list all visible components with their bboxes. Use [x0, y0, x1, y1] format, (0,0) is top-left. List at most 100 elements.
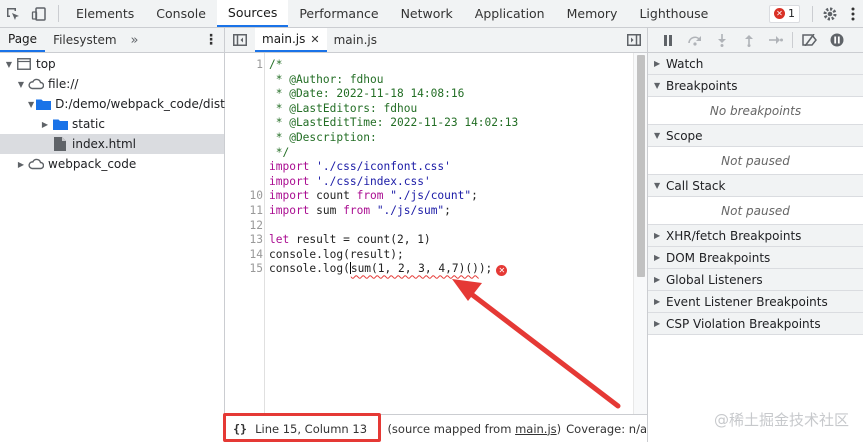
tab-network[interactable]: Network — [390, 0, 464, 27]
error-count-badge[interactable]: ✕ 1 — [769, 4, 800, 23]
pane-header-watch[interactable]: ▶ Watch — [648, 53, 863, 75]
line-number[interactable] — [225, 175, 263, 190]
tree-item[interactable]: ▶ webpack_code — [0, 154, 224, 174]
pane-header-dom-breakpoints[interactable]: ▶ DOM Breakpoints — [648, 247, 863, 269]
device-toolbar-icon[interactable] — [26, 0, 52, 27]
expanded-triangle-icon: ▼ — [654, 131, 661, 140]
expanded-triangle-icon[interactable]: ▼ — [28, 100, 34, 109]
line-number[interactable] — [225, 116, 263, 131]
code-line[interactable]: * @LastEditTime: 2022-11-23 14:02:13 — [225, 116, 647, 131]
deactivate-breakpoints-icon[interactable] — [796, 28, 823, 52]
vertical-scrollbar[interactable] — [633, 53, 647, 414]
line-number[interactable] — [225, 131, 263, 146]
tree-item[interactable]: ▼ file:// — [0, 74, 224, 94]
step-over-icon[interactable] — [681, 28, 708, 52]
code-token: * @Description: — [269, 130, 377, 144]
pane-header-event-listener-breakpoints[interactable]: ▶ Event Listener Breakpoints — [648, 291, 863, 313]
tab-page[interactable]: Page — [0, 28, 46, 52]
line-number[interactable]: 1 — [225, 58, 263, 73]
tree-item[interactable]: ▼ D:/demo/webpack_code/dist — [0, 94, 225, 114]
pane-header-global-listeners[interactable]: ▶ Global Listeners — [648, 269, 863, 291]
panel-tabs: Elements Console Sources Performance Network… — [65, 0, 719, 27]
inspect-element-icon[interactable] — [0, 0, 26, 27]
tab-filesystem[interactable]: Filesystem — [45, 28, 124, 52]
line-number[interactable] — [225, 102, 263, 117]
code-token: ; — [471, 189, 478, 203]
code-line[interactable]: 10 import count from "./js/count"; — [225, 189, 647, 204]
tree-item-label: webpack_code — [48, 157, 137, 171]
line-number[interactable] — [225, 160, 263, 175]
code-line[interactable]: * @Date: 2022-11-18 14:08:16 — [225, 87, 647, 102]
code-area[interactable]: 1 /* * @Author: fdhou * @Date: 2022-11-18… — [225, 53, 647, 414]
code-line[interactable]: 15 console.log(sum(1, 2, 3, 4,7)()); ✕ — [225, 262, 647, 277]
toggle-navigator-icon[interactable] — [225, 28, 255, 52]
tab-memory[interactable]: Memory — [556, 0, 629, 27]
code-token: * @LastEditTime: 2022-11-23 14:02:13 — [269, 116, 519, 130]
code-line[interactable]: */ — [225, 146, 647, 161]
step-into-icon[interactable] — [708, 28, 735, 52]
collapsed-triangle-icon[interactable]: ▶ — [40, 120, 50, 129]
pause-on-exceptions-icon[interactable] — [823, 28, 850, 52]
pane-header-xhr-fetch-breakpoints[interactable]: ▶ XHR/fetch Breakpoints — [648, 225, 863, 247]
pane-header-call-stack[interactable]: ▼ Call Stack — [648, 175, 863, 197]
file-icon — [52, 137, 68, 151]
code-token: result = count(2, 1) — [289, 233, 431, 247]
cloud-icon — [28, 157, 44, 171]
toggle-debugger-icon[interactable] — [627, 28, 641, 52]
navigator-tabs: Page Filesystem » ⋮ — [0, 28, 224, 53]
pane-header-breakpoints[interactable]: ▼ Breakpoints — [648, 75, 863, 97]
tree-item[interactable]: ▼ top — [0, 54, 224, 74]
expanded-triangle-icon[interactable]: ▼ — [16, 80, 26, 89]
settings-gear-icon[interactable] — [817, 6, 843, 22]
tab-console[interactable]: Console — [145, 0, 217, 27]
line-number[interactable]: 12 — [225, 219, 263, 234]
tree-item[interactable]: ▶ static — [0, 114, 224, 134]
pane-header-csp-violation-breakpoints[interactable]: ▶ CSP Violation Breakpoints — [648, 313, 863, 335]
code-line[interactable]: import './css/index.css' — [225, 175, 647, 190]
code-line[interactable]: * @Description: — [225, 131, 647, 146]
scrollbar-thumb[interactable] — [637, 55, 645, 277]
line-number[interactable] — [225, 146, 263, 161]
code-line[interactable]: 14 console.log(result); — [225, 248, 647, 263]
step-out-icon[interactable] — [735, 28, 762, 52]
line-number[interactable] — [225, 87, 263, 102]
code-token: * @Date: 2022-11-18 14:08:16 — [269, 87, 465, 101]
line-number[interactable]: 10 — [225, 189, 263, 204]
inline-error-icon[interactable]: ✕ — [496, 265, 508, 277]
step-icon[interactable] — [762, 28, 789, 52]
tab-elements[interactable]: Elements — [65, 0, 145, 27]
line-number[interactable]: 14 — [225, 248, 263, 263]
tab-lighthouse[interactable]: Lighthouse — [628, 0, 719, 27]
code-line[interactable]: * @LastEditors: fdhou — [225, 102, 647, 117]
customize-menu-icon[interactable] — [843, 7, 863, 21]
code-line[interactable]: 12 — [225, 219, 647, 234]
line-code: import './css/index.css' — [263, 175, 431, 190]
line-number[interactable]: 11 — [225, 204, 263, 219]
line-number[interactable]: 15 — [225, 262, 263, 277]
code-line[interactable]: 13 let result = count(2, 1) — [225, 233, 647, 248]
line-number[interactable]: 13 — [225, 233, 263, 248]
tree-item[interactable]: index.html — [0, 134, 224, 154]
code-line[interactable]: import './css/iconfont.css' — [225, 160, 647, 175]
code-line[interactable]: 11 import sum from "./js/sum"; — [225, 204, 647, 219]
file-tab[interactable]: main.js — [327, 28, 384, 52]
code-line[interactable]: * @Author: fdhou — [225, 73, 647, 88]
pause-icon[interactable] — [654, 28, 681, 52]
more-tabs-chevron-icon[interactable]: » — [125, 28, 145, 52]
tab-sources[interactable]: Sources — [216, 0, 289, 27]
source-mapped-link[interactable]: main.js — [515, 422, 557, 436]
collapsed-triangle-icon[interactable]: ▶ — [16, 160, 26, 169]
expanded-triangle-icon[interactable]: ▼ — [4, 60, 14, 69]
line-number[interactable] — [225, 73, 263, 88]
tree-item-label: index.html — [72, 137, 136, 151]
toolbar-divider — [812, 5, 813, 22]
close-tab-icon[interactable]: ✕ — [310, 33, 319, 46]
file-tab[interactable]: main.js ✕ — [255, 28, 327, 52]
file-tab-label: main.js — [333, 33, 377, 47]
code-line[interactable]: 1 /* — [225, 58, 647, 73]
tab-application[interactable]: Application — [464, 0, 556, 27]
navigator-menu-icon[interactable]: ⋮ — [204, 28, 218, 52]
tab-performance[interactable]: Performance — [288, 0, 389, 27]
line-code: import sum from "./js/sum"; — [263, 204, 451, 219]
pane-header-scope[interactable]: ▼ Scope — [648, 125, 863, 147]
